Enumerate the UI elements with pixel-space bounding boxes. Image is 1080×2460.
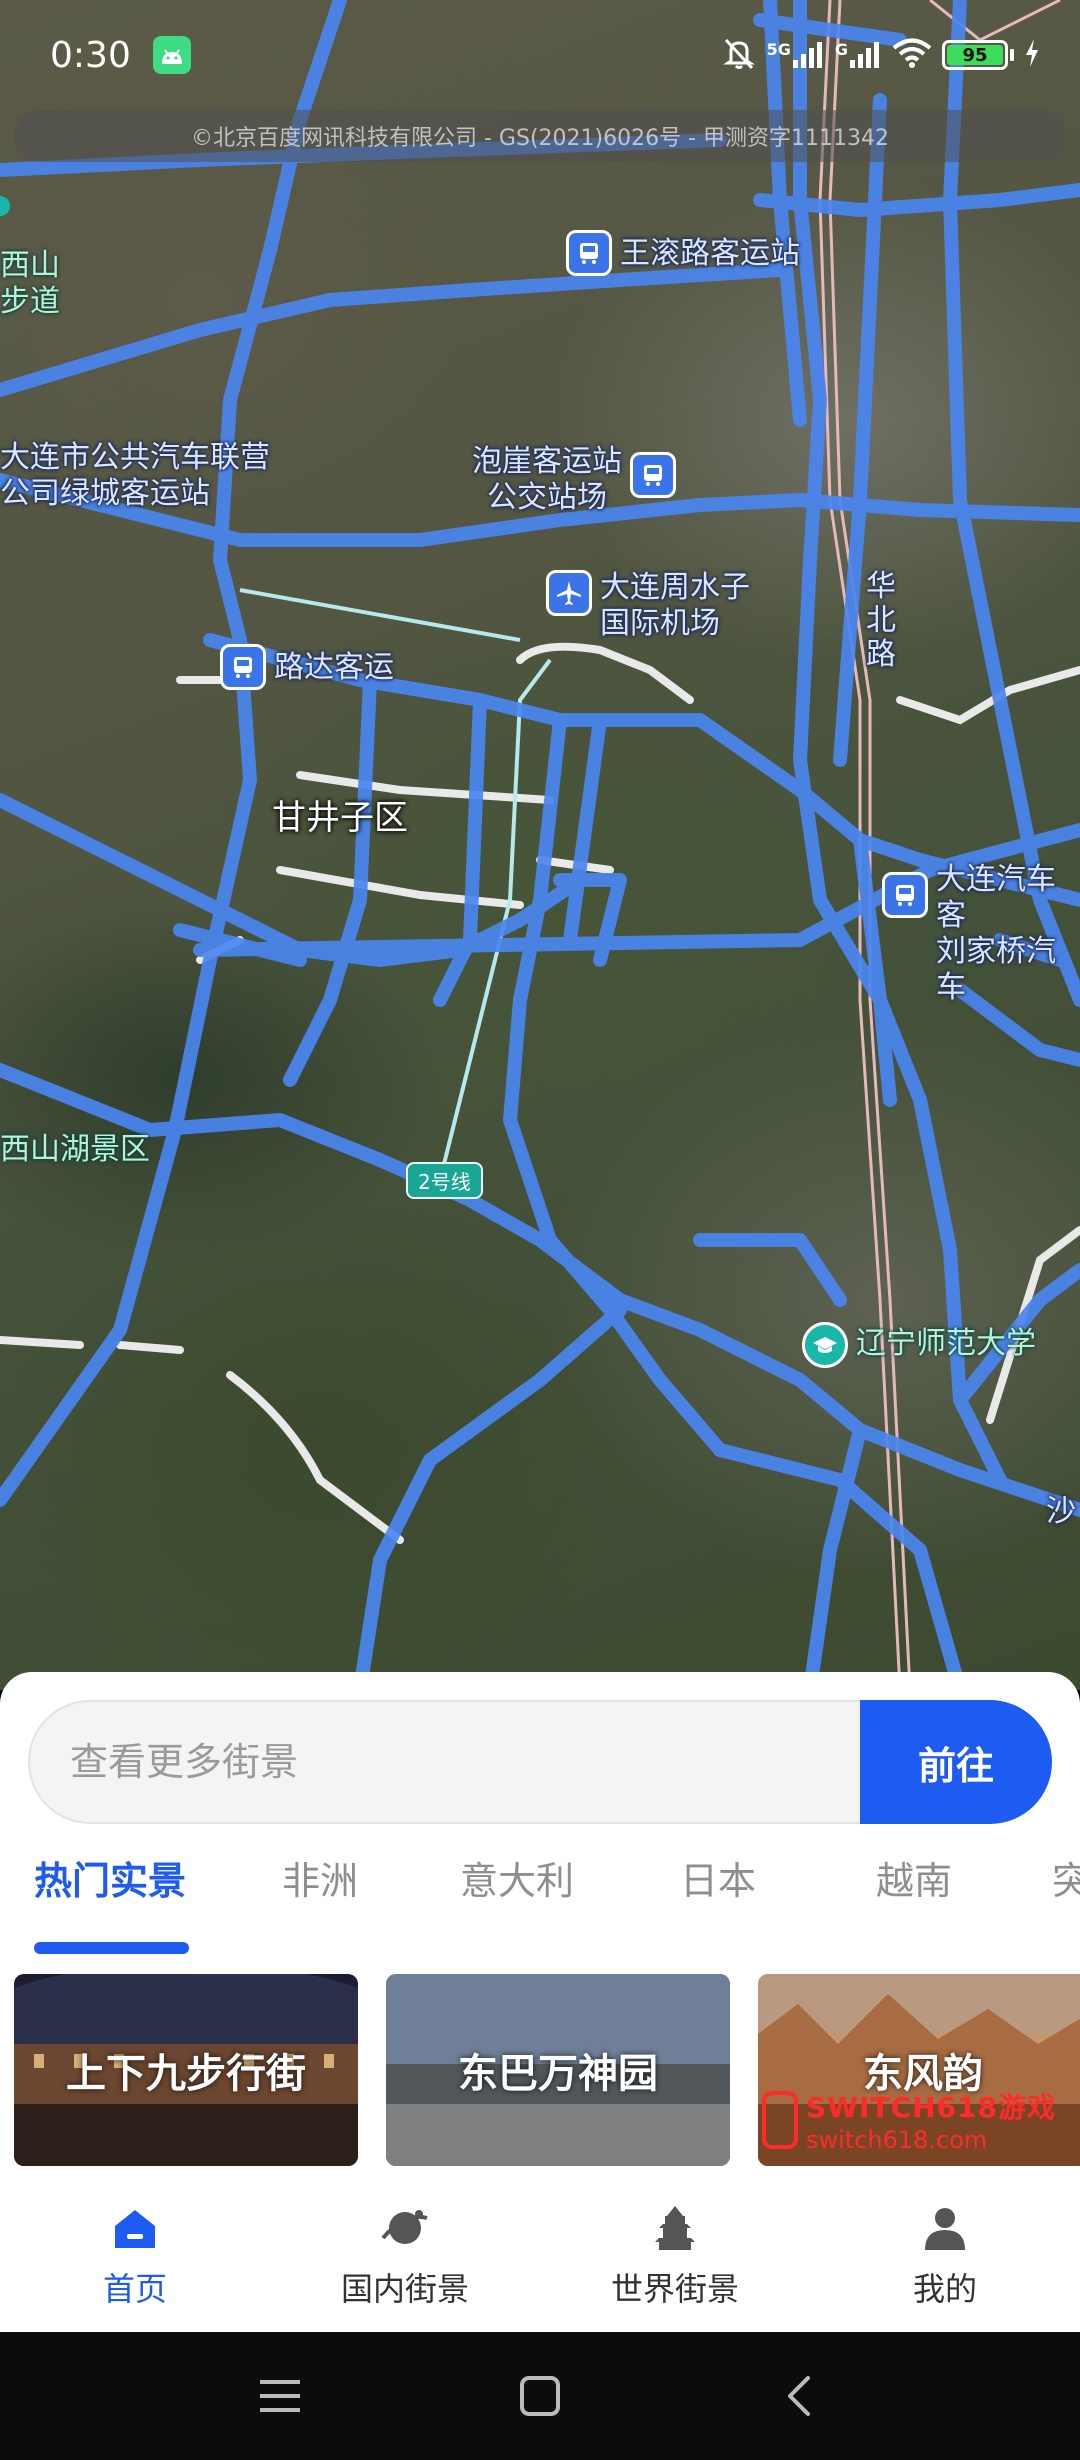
watermark-url: switch618.com — [806, 2126, 988, 2154]
bus-icon — [220, 644, 266, 690]
home-icon — [115, 2210, 155, 2248]
back-button[interactable] — [770, 2366, 830, 2426]
poi-bus-company[interactable]: 大连市公共汽车联营 公司绿城客运站 — [0, 440, 270, 512]
bus-icon — [630, 452, 676, 498]
signal-5g-icon: 5G — [767, 40, 825, 70]
scene-cards: 上下九步行街 东巴万神园 东风韵 SWITCH618游戏 switch618.c… — [0, 1974, 1080, 2168]
poi-airport[interactable]: 大连周水子 国际机场 — [546, 570, 750, 642]
category-tabs: 热门实景 非洲 意大利 日本 越南 突 — [0, 1850, 1080, 1930]
watermark-logo — [762, 2091, 798, 2149]
nav-world[interactable]: 世界街景 — [540, 2192, 810, 2310]
status-icons: 5G G 95 — [721, 35, 1040, 75]
poi-label: 华 北 路 — [866, 569, 896, 672]
signal-g-icon: G — [835, 40, 882, 70]
poi-label: 王滚路客运站 — [620, 236, 800, 271]
poi-bus-station[interactable]: 路达客运 — [220, 644, 394, 690]
nav-label: 世界街景 — [610, 2270, 739, 2308]
tab-popular[interactable]: 热门实景 — [34, 1850, 186, 1905]
system-nav-bar — [0, 2332, 1080, 2460]
bottom-nav: 首页 国内街景 世界街景 我的 — [0, 2192, 1080, 2332]
battery-icon: 95 — [942, 40, 1014, 70]
android-icon — [152, 36, 191, 74]
status-time: 0:30 — [50, 34, 131, 76]
map-view[interactable]: 王滚路客运站 大连市公共汽车联营 公司绿城客运站 泡崖客运站 公交站场 大连周水… — [0, 0, 1080, 1690]
poi-label: 西山湖景区 — [0, 1132, 150, 1167]
scene-card[interactable]: 东风韵 SWITCH618游戏 switch618.com — [758, 1974, 1080, 2166]
watermark: SWITCH618游戏 switch618.com — [758, 2086, 1080, 2154]
poi-label: 泡崖客运站 公交站场 — [472, 444, 622, 515]
search-input[interactable] — [28, 1700, 860, 1824]
charging-bolt-icon — [1024, 39, 1040, 71]
search-bar: 前往 — [28, 1700, 1052, 1824]
bell-muted-icon — [721, 35, 757, 75]
nav-label: 首页 — [102, 2270, 167, 2308]
bus-icon — [882, 872, 928, 918]
menu-icon — [260, 2380, 300, 2412]
poi-label: 辽宁师范大学 — [856, 1326, 1036, 1361]
poi-label: 大连汽车客 刘家桥汽车 — [936, 862, 1056, 1005]
square-home-icon — [520, 2376, 560, 2416]
poi-bus-station[interactable]: 大连汽车客 刘家桥汽车 — [882, 862, 1080, 1006]
tab-italy[interactable]: 意大利 — [460, 1850, 574, 1905]
card-title: 上下九步行街 — [66, 2051, 306, 2097]
nav-label: 我的 — [912, 2270, 977, 2308]
poi-label: 大连周水子 国际机场 — [600, 570, 750, 641]
poi-scenic-trail[interactable]: 西山 步道 — [0, 248, 60, 320]
poi-university[interactable]: 辽宁师范大学 — [802, 1322, 1036, 1368]
poi-bus-station[interactable]: 王滚路客运站 — [566, 230, 800, 276]
watermark-text: SWITCH618游戏 — [806, 2091, 1056, 2124]
tab-partial[interactable]: 突 — [1052, 1850, 1080, 1905]
scene-card[interactable]: 东巴万神园 — [386, 1974, 730, 2166]
card-title: 东巴万神园 — [458, 2051, 658, 2097]
scene-card[interactable]: 上下九步行街 — [14, 1974, 358, 2166]
battery-level: 95 — [947, 45, 1003, 66]
planet-icon — [381, 2210, 428, 2244]
nav-home[interactable]: 首页 — [0, 2192, 270, 2310]
district-label: 甘井子区 — [272, 800, 408, 836]
metro-line-badge: 2号线 — [406, 1162, 483, 1199]
tab-indicator — [34, 1942, 189, 1954]
poi-label: 沙 — [1046, 1494, 1076, 1529]
poi-scenic-area[interactable]: 西山湖景区 — [0, 1132, 150, 1168]
road-label: 华 北 路 — [866, 570, 896, 672]
airplane-icon — [546, 570, 592, 616]
go-button[interactable]: 前往 — [860, 1700, 1052, 1824]
map-copyright: ©北京百度网讯科技有限公司 - GS(2021)6026号 - 甲测资字1111… — [14, 110, 1066, 162]
nav-mine[interactable]: 我的 — [810, 2192, 1080, 2310]
road-network — [0, 0, 1080, 1690]
tab-africa[interactable]: 非洲 — [282, 1850, 358, 1905]
menu-button[interactable] — [250, 2366, 310, 2426]
status-bar: 0:30 5G G 95 — [0, 0, 1080, 110]
tab-japan[interactable]: 日本 — [680, 1850, 756, 1905]
network-label: 5G — [766, 40, 791, 59]
home-button[interactable] — [510, 2366, 570, 2426]
graduation-cap-icon — [802, 1322, 848, 1368]
poi-label: 路达客运 — [274, 650, 394, 685]
person-icon — [925, 2208, 965, 2250]
tab-vietnam[interactable]: 越南 — [876, 1850, 952, 1905]
poi-label: 甘井子区 — [272, 798, 408, 838]
pagoda-icon — [655, 2206, 695, 2250]
poi-bus-station[interactable]: 泡崖客运站 公交站场 — [472, 444, 676, 516]
wifi-icon — [892, 37, 932, 73]
poi-label: 大连市公共汽车联营 公司绿城客运站 — [0, 440, 270, 511]
nav-domestic[interactable]: 国内街景 — [270, 2192, 540, 2310]
poi-label: 西山 步道 — [0, 248, 60, 319]
map-label-partial: 沙 — [1046, 1494, 1076, 1530]
bottom-panel: 前往 热门实景 非洲 意大利 日本 越南 突 上下九步行街 东巴万神园 — [0, 1672, 1080, 2332]
bus-icon — [566, 230, 612, 276]
nav-label: 国内街景 — [340, 2270, 469, 2308]
back-chevron-icon — [788, 2376, 810, 2416]
network-label: G — [834, 40, 848, 59]
